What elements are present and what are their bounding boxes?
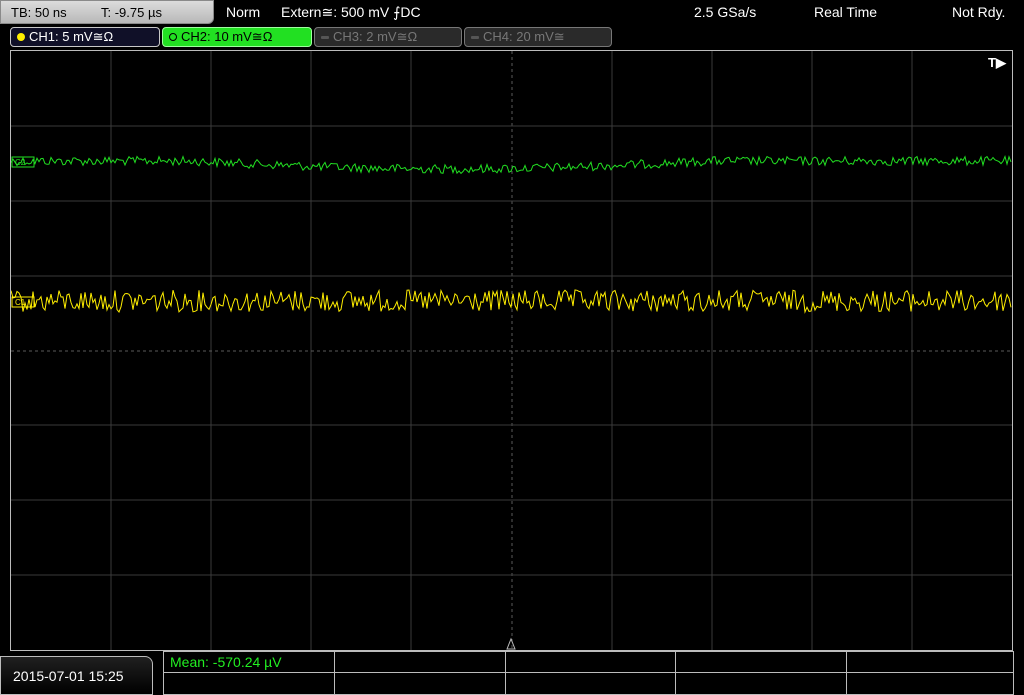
measurement-cell[interactable]: [676, 673, 847, 694]
trigger-source[interactable]: Extern≅: 500 mV ⨍DC: [281, 3, 421, 21]
channel-2-label: CH2: 10 mV≅Ω: [181, 29, 273, 44]
mean-measurement: Mean: -570.24 µV: [170, 654, 282, 670]
trigger-level-marker[interactable]: T▶: [988, 55, 1006, 71]
measurement-cell[interactable]: [506, 673, 676, 694]
channel-4-label: CH4: 20 mV≅: [483, 29, 565, 44]
channel-4-indicator-icon: [471, 36, 479, 39]
channel-4-button[interactable]: CH4: 20 mV≅: [464, 27, 612, 47]
trigger-position-icon[interactable]: [506, 637, 516, 650]
waveform-display[interactable]: C2 C1 T▶: [10, 50, 1013, 651]
sample-rate: 2.5 GSa/s: [694, 4, 757, 20]
trigger-mode[interactable]: Norm: [226, 3, 260, 21]
channel-2-trace: [11, 154, 1012, 175]
measurement-panel[interactable]: Mean: -570.24 µV: [163, 651, 1014, 695]
channel-2-button[interactable]: CH2: 10 mV≅Ω: [162, 27, 312, 47]
measurement-cell[interactable]: [506, 652, 676, 673]
channel-1-label: CH1: 5 mV≅Ω: [29, 29, 114, 44]
graticule: [11, 51, 1012, 650]
channel-3-label: CH3: 2 mV≅Ω: [333, 29, 418, 44]
trigger-time-readout: T: -9.75 µs: [101, 5, 162, 20]
channel-3-indicator-icon: [321, 36, 329, 39]
timebase-readout: TB: 50 ns: [11, 5, 67, 20]
channel-1-trace: [11, 288, 1012, 314]
channel-2-offset-marker[interactable]: C2: [11, 156, 35, 168]
trigger-status: Not Rdy.: [952, 4, 1006, 20]
measurement-cell[interactable]: [847, 673, 1013, 694]
channel-1-button[interactable]: CH1: 5 mV≅Ω: [10, 27, 160, 47]
timebase-panel[interactable]: TB: 50 ns T: -9.75 µs: [0, 0, 214, 24]
measurement-cell[interactable]: [335, 673, 506, 694]
date-time: 2015-07-01 15:25: [0, 656, 153, 695]
acquisition-mode: Real Time: [814, 4, 878, 20]
channel-2-offset-label: C2: [15, 158, 26, 167]
measurement-cell[interactable]: [335, 652, 506, 673]
channel-bar: CH1: 5 mV≅Ω CH2: 10 mV≅Ω CH3: 2 mV≅Ω CH4…: [0, 26, 1024, 48]
measurement-cell[interactable]: [164, 673, 335, 694]
channel-3-button[interactable]: CH3: 2 mV≅Ω: [314, 27, 462, 47]
measurement-cell[interactable]: [676, 652, 847, 673]
channel-2-indicator-icon: [169, 33, 177, 41]
channel-1-indicator-icon: [17, 33, 25, 41]
channel-1-offset-label: C1: [15, 298, 26, 307]
measurement-cell[interactable]: [847, 652, 1013, 673]
waveform-canvas: C2 C1: [11, 51, 1012, 650]
status-bar: TB: 50 ns T: -9.75 µs Norm Extern≅: 500 …: [0, 0, 1024, 24]
